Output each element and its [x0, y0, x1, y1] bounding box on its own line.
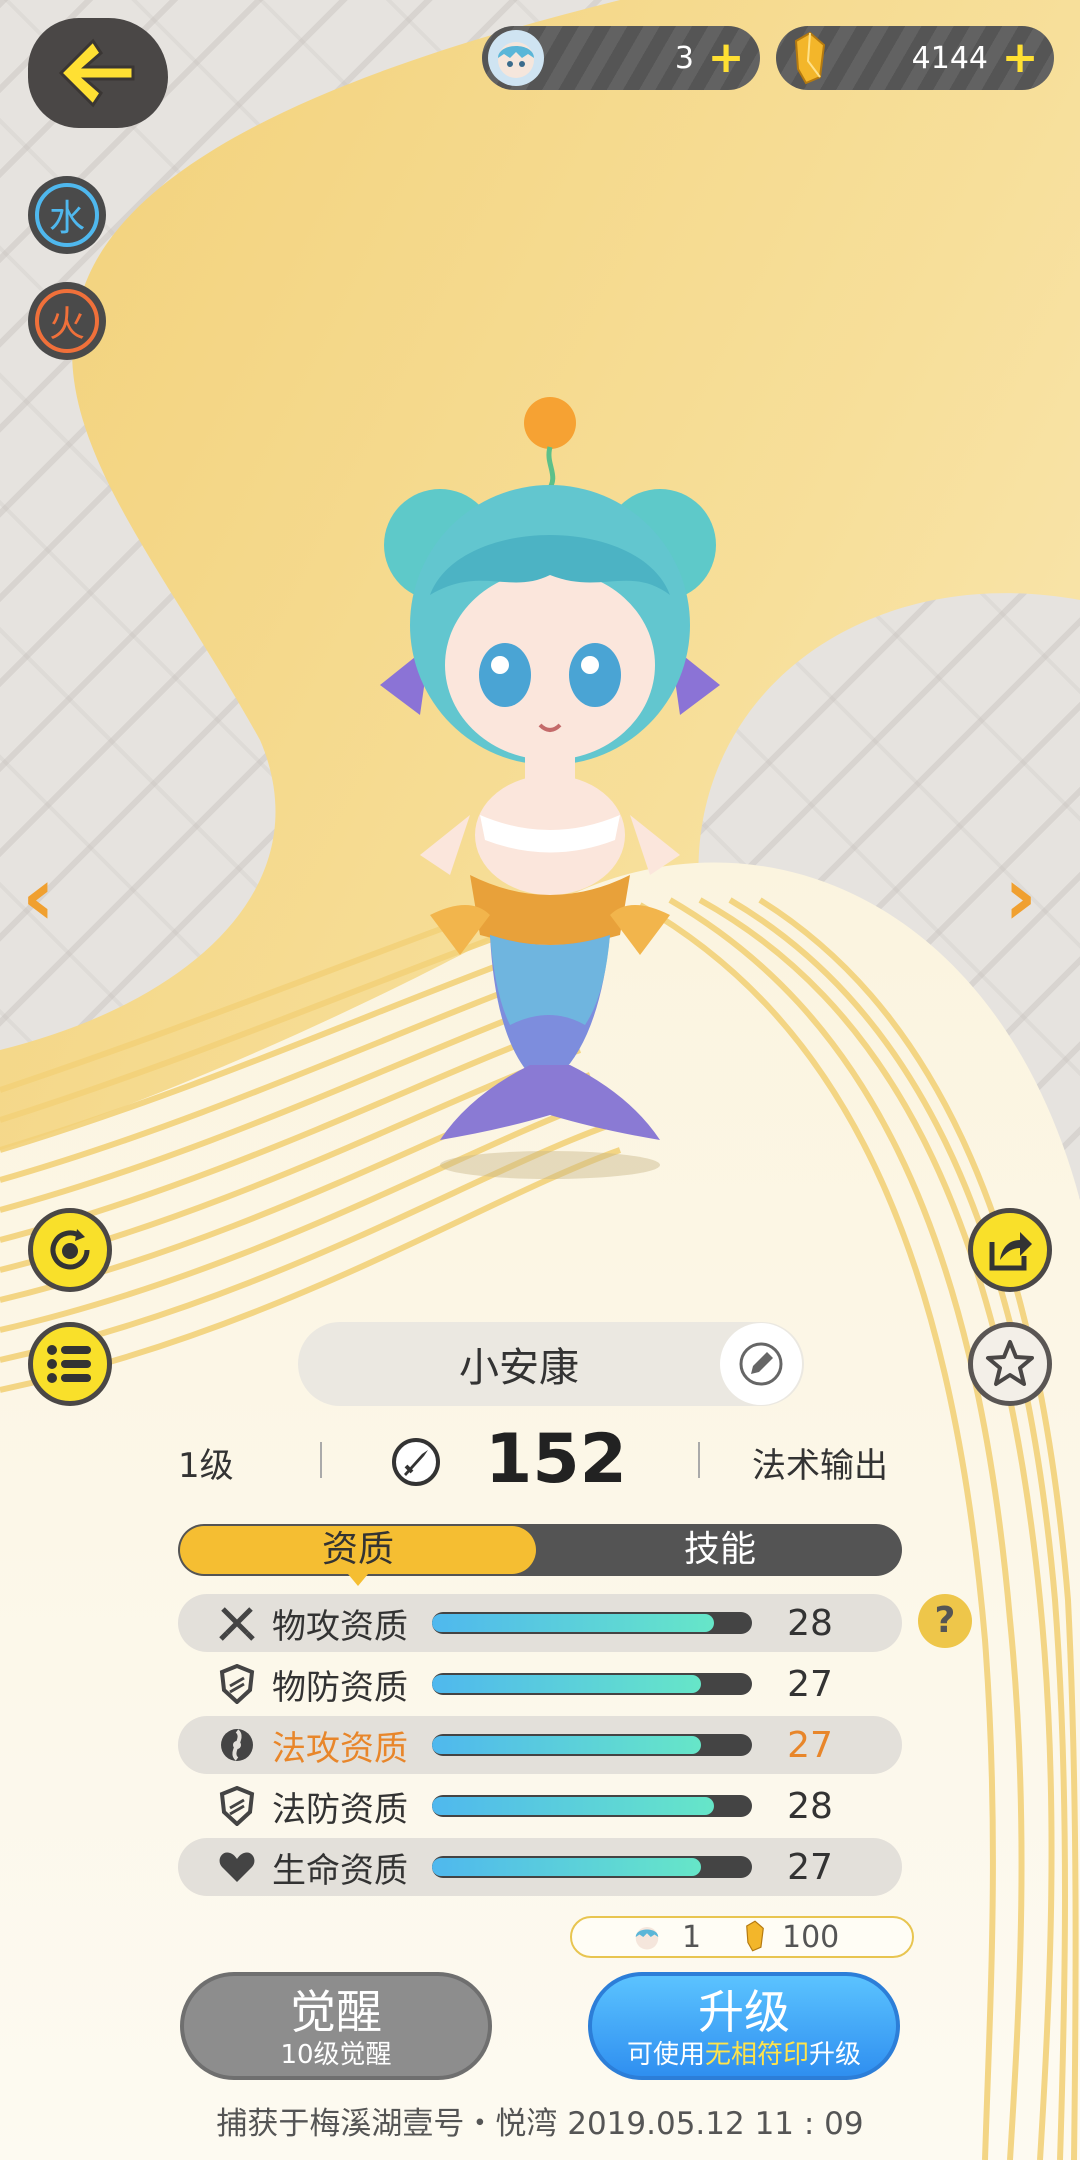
refresh-cycle-icon	[50, 1229, 90, 1270]
list-menu-button[interactable]	[28, 1322, 112, 1406]
element-fire-label: 火	[35, 289, 99, 353]
next-pet-arrow-icon[interactable]: ›	[1004, 850, 1037, 943]
element-water-label: 水	[35, 183, 99, 247]
stat-value: 28	[787, 1602, 833, 1644]
pet-role: 法术输出	[752, 1446, 888, 1486]
shield-icon	[214, 1661, 260, 1707]
cost-pets: 1	[682, 1919, 702, 1955]
share-button[interactable]	[968, 1208, 1052, 1292]
detail-tabs: 资质 技能	[178, 1524, 902, 1586]
upgrade-sub-suffix: 升级	[809, 2040, 862, 2070]
stat-row-health: 生命资质 27	[178, 1838, 902, 1896]
switch-form-button[interactable]	[28, 1208, 112, 1292]
stat-value: 27	[787, 1846, 833, 1888]
awaken-title: 觉醒	[290, 1985, 382, 2039]
star-icon	[986, 1340, 1034, 1386]
capture-info: 捕获于梅溪湖壹号・悦湾 2019.05.12 11 : 09	[216, 2106, 864, 2142]
pet-count-pill: 3 +	[482, 26, 760, 90]
cost-crystals: 100	[782, 1919, 840, 1955]
pet-info-row: 1级 152 法术输出	[150, 1420, 930, 1500]
magic-orb-icon	[214, 1722, 260, 1768]
stat-bar	[432, 1856, 752, 1878]
gold-crystal-icon	[782, 30, 838, 86]
share-icon	[989, 1232, 1032, 1271]
element-water-badge[interactable]: 水	[28, 176, 106, 254]
pet-character-model	[380, 397, 720, 1179]
combat-power-value: 152	[485, 1420, 627, 1499]
swords-icon	[214, 1600, 260, 1646]
pet-head-icon	[632, 1922, 662, 1952]
stat-row-physical-attack: 物攻资质 28	[178, 1594, 902, 1652]
tab-aptitude[interactable]: 资质	[180, 1526, 536, 1586]
upgrade-title: 升级	[698, 1985, 790, 2039]
divider	[698, 1442, 700, 1478]
upgrade-cost: 1 100	[570, 1916, 914, 1958]
rename-button[interactable]	[720, 1323, 802, 1405]
tab-skills[interactable]: 技能	[540, 1526, 900, 1574]
pet-level: 1级	[178, 1446, 234, 1486]
stat-value: 28	[787, 1785, 833, 1827]
pet-name: 小安康	[459, 1345, 579, 1391]
pet-name-bar: 小安康	[298, 1322, 804, 1406]
gold-crystal-icon	[742, 1920, 772, 1954]
stat-bar-fill	[432, 1858, 701, 1876]
back-button[interactable]	[28, 18, 168, 128]
stat-label: 生命资质	[272, 1850, 408, 1891]
combat-power-icon	[392, 1438, 440, 1486]
list-icon	[47, 1345, 91, 1383]
upgrade-sub-prefix: 可使用	[626, 2040, 705, 2070]
stat-label: 物防资质	[272, 1667, 408, 1708]
stat-bar-fill	[432, 1614, 714, 1632]
edit-pencil-icon	[739, 1342, 783, 1386]
pet-head-icon	[488, 30, 544, 86]
back-arrow-icon	[58, 38, 135, 108]
stat-row-magic-attack: 法攻资质 27	[178, 1716, 902, 1774]
stat-label: 法攻资质	[272, 1728, 408, 1769]
stat-row-physical-defense: 物防资质 27	[178, 1655, 902, 1713]
stat-bar	[432, 1612, 752, 1634]
upgrade-button[interactable]: 升级 可使用无相符印升级	[588, 1972, 900, 2080]
aptitude-help-button[interactable]: ?	[918, 1594, 972, 1648]
stat-bar	[432, 1795, 752, 1817]
previous-pet-arrow-icon[interactable]: ‹	[22, 850, 55, 943]
crystal-count: 4144	[911, 40, 988, 76]
upgrade-subtitle: 可使用无相符印升级	[592, 2040, 896, 2070]
stat-bar	[432, 1734, 752, 1756]
shield-icon	[214, 1783, 260, 1829]
stat-value: 27	[787, 1663, 833, 1705]
stat-row-magic-defense: 法防资质 28	[178, 1777, 902, 1835]
upgrade-sub-item: 无相符印	[704, 2040, 809, 2070]
heart-icon	[214, 1844, 260, 1890]
divider	[320, 1442, 322, 1478]
awaken-subtitle: 10级觉醒	[280, 2040, 392, 2070]
pet-count: 3	[674, 40, 694, 76]
stat-value: 27	[787, 1724, 833, 1766]
stat-bar	[432, 1673, 752, 1695]
favorite-button[interactable]	[968, 1322, 1052, 1406]
add-crystal-button[interactable]: +	[998, 36, 1042, 80]
add-pet-button[interactable]: +	[704, 36, 748, 80]
stat-label: 法防资质	[272, 1789, 408, 1830]
stat-bar-fill	[432, 1675, 701, 1693]
crystal-count-pill: 4144 +	[776, 26, 1054, 90]
element-fire-badge[interactable]: 火	[28, 282, 106, 360]
stat-label: 物攻资质	[272, 1606, 408, 1647]
awaken-button[interactable]: 觉醒 10级觉醒	[180, 1972, 492, 2080]
stat-bar-fill	[432, 1736, 701, 1754]
stat-bar-fill	[432, 1797, 714, 1815]
